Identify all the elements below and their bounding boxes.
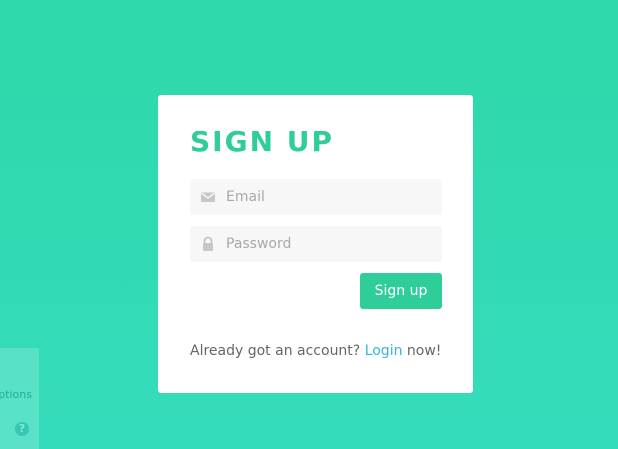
options-panel[interactable]: ptions ? <box>0 348 39 449</box>
login-prompt-suffix: now! <box>402 343 442 359</box>
button-row: Sign up <box>190 273 442 309</box>
signup-card: SIGN UP Sign up Already got an account? … <box>158 95 473 393</box>
email-field[interactable] <box>190 179 442 215</box>
login-prompt-prefix: Already got an account? <box>190 343 365 359</box>
envelope-icon <box>200 189 216 205</box>
login-prompt: Already got an account? Login now! <box>190 343 441 359</box>
password-input[interactable] <box>226 226 432 262</box>
password-field[interactable] <box>190 226 442 262</box>
lock-icon <box>200 236 216 252</box>
login-link[interactable]: Login <box>365 343 403 359</box>
question-icon[interactable]: ? <box>15 422 29 436</box>
email-input[interactable] <box>226 179 432 215</box>
options-label[interactable]: ptions <box>0 388 32 401</box>
signup-button[interactable]: Sign up <box>360 273 442 309</box>
page-title: SIGN UP <box>190 125 335 158</box>
